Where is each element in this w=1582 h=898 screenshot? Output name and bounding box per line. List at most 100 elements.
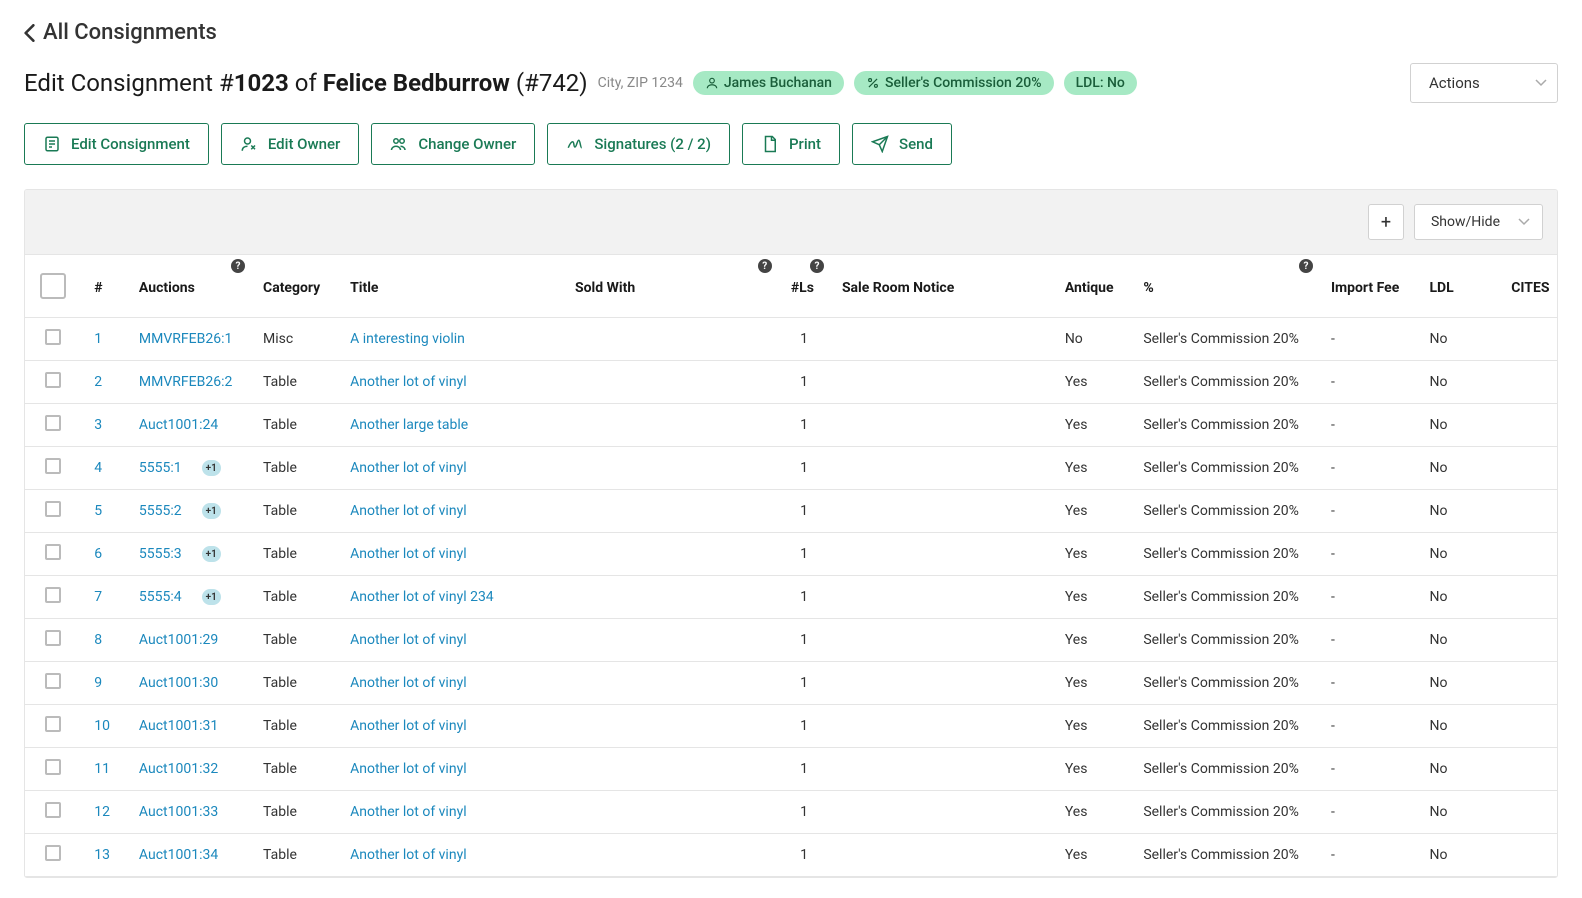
auction-link[interactable]: Auct1001:29 <box>139 632 218 648</box>
row-number-link[interactable]: 11 <box>80 748 125 791</box>
auction-link[interactable]: Auct1001:31 <box>139 718 218 734</box>
row-commission: Seller's Commission 20% <box>1129 791 1317 834</box>
row-checkbox[interactable] <box>45 544 61 560</box>
change-owner-button[interactable]: Change Owner <box>371 123 535 165</box>
row-title-link[interactable]: Another lot of vinyl <box>336 705 561 748</box>
row-number-link[interactable]: 12 <box>80 791 125 834</box>
auction-link[interactable]: Auct1001:30 <box>139 675 218 691</box>
col-header-soldwith[interactable]: Sold With ? <box>561 255 776 318</box>
row-checkbox[interactable] <box>45 501 61 517</box>
row-checkbox[interactable] <box>45 759 61 775</box>
row-title-link[interactable]: Another lot of vinyl <box>336 748 561 791</box>
help-icon[interactable]: ? <box>758 259 772 273</box>
col-header-pct[interactable]: % ? <box>1129 255 1317 318</box>
row-ls: 1 <box>776 748 828 791</box>
row-checkbox[interactable] <box>45 372 61 388</box>
auction-link[interactable]: Auct1001:34 <box>139 847 218 863</box>
table-row: 1MMVRFEB26:1MiscA interesting violin1NoS… <box>25 318 1558 361</box>
row-number-link[interactable]: 6 <box>80 533 125 576</box>
col-header-auctions[interactable]: Auctions ? <box>125 255 249 318</box>
badge-ldl[interactable]: LDL: No <box>1064 71 1137 95</box>
badge-agent[interactable]: James Buchanan <box>693 71 844 95</box>
row-number-link[interactable]: 13 <box>80 834 125 877</box>
row-title-link[interactable]: Another large table <box>336 404 561 447</box>
breadcrumb-all-consignments[interactable]: All Consignments <box>24 20 1558 45</box>
row-checkbox[interactable] <box>45 458 61 474</box>
row-number-link[interactable]: 4 <box>80 447 125 490</box>
row-commission: Seller's Commission 20% <box>1129 318 1317 361</box>
signatures-button[interactable]: Signatures (2 / 2) <box>547 123 730 165</box>
row-checkbox[interactable] <box>45 587 61 603</box>
row-number-link[interactable]: 1 <box>80 318 125 361</box>
row-number-link[interactable]: 5 <box>80 490 125 533</box>
auction-link[interactable]: MMVRFEB26:2 <box>139 374 232 390</box>
col-header-title[interactable]: Title <box>336 255 561 318</box>
auction-link[interactable]: 5555:2 <box>139 503 182 519</box>
col-header-category[interactable]: Category <box>249 255 336 318</box>
row-title-link[interactable]: A interesting violin <box>336 318 561 361</box>
row-sale-room-notice <box>828 490 1051 533</box>
auction-extra-badge[interactable]: +1 <box>202 503 221 519</box>
auction-link[interactable]: Auct1001:24 <box>139 417 218 433</box>
row-number-link[interactable]: 7 <box>80 576 125 619</box>
row-title-link[interactable]: Another lot of vinyl 234 <box>336 576 561 619</box>
row-checkbox[interactable] <box>45 329 61 345</box>
row-checkbox[interactable] <box>45 716 61 732</box>
row-title-link[interactable]: Another lot of vinyl <box>336 361 561 404</box>
add-row-button[interactable]: + <box>1368 204 1404 240</box>
row-title-link[interactable]: Another lot of vinyl <box>336 533 561 576</box>
col-header-num[interactable]: # <box>80 255 125 318</box>
row-cites <box>1497 662 1558 705</box>
row-checkbox[interactable] <box>45 673 61 689</box>
row-title-link[interactable]: Another lot of vinyl <box>336 490 561 533</box>
print-button[interactable]: Print <box>742 123 840 165</box>
row-number-link[interactable]: 10 <box>80 705 125 748</box>
help-icon[interactable]: ? <box>810 259 824 273</box>
row-category: Table <box>249 791 336 834</box>
auction-link[interactable]: 5555:1 <box>139 460 182 476</box>
col-header-srn[interactable]: Sale Room Notice <box>828 255 1051 318</box>
row-title-link[interactable]: Another lot of vinyl <box>336 791 561 834</box>
row-number-link[interactable]: 9 <box>80 662 125 705</box>
page-title: Edit Consignment #1023 of Felice Bedburr… <box>24 69 588 97</box>
row-title-link[interactable]: Another lot of vinyl <box>336 662 561 705</box>
auction-link[interactable]: Auct1001:32 <box>139 761 218 777</box>
row-title-link[interactable]: Another lot of vinyl <box>336 834 561 877</box>
row-number-link[interactable]: 2 <box>80 361 125 404</box>
row-sold-with <box>561 662 776 705</box>
row-number-link[interactable]: 8 <box>80 619 125 662</box>
select-all-checkbox[interactable] <box>40 273 66 299</box>
col-header-ls[interactable]: #Ls ? <box>776 255 828 318</box>
row-title-link[interactable]: Another lot of vinyl <box>336 447 561 490</box>
actions-dropdown[interactable]: Actions <box>1410 63 1558 103</box>
row-checkbox[interactable] <box>45 415 61 431</box>
row-checkbox[interactable] <box>45 630 61 646</box>
row-ls: 1 <box>776 662 828 705</box>
col-header-cites[interactable]: CITES <box>1497 255 1558 318</box>
table-row: 2MMVRFEB26:2TableAnother lot of vinyl1Ye… <box>25 361 1558 404</box>
col-header-import[interactable]: Import Fee <box>1317 255 1416 318</box>
breadcrumb-label: All Consignments <box>43 20 217 45</box>
col-header-antique[interactable]: Antique <box>1051 255 1130 318</box>
row-sale-room-notice <box>828 576 1051 619</box>
auction-link[interactable]: MMVRFEB26:1 <box>139 331 232 347</box>
show-hide-columns-button[interactable]: Show/Hide <box>1414 204 1543 240</box>
row-number-link[interactable]: 3 <box>80 404 125 447</box>
auction-extra-badge[interactable]: +1 <box>202 460 221 476</box>
edit-consignment-button[interactable]: Edit Consignment <box>24 123 209 165</box>
row-checkbox[interactable] <box>45 802 61 818</box>
auction-link[interactable]: Auct1001:33 <box>139 804 218 820</box>
print-label: Print <box>789 135 821 153</box>
send-button[interactable]: Send <box>852 123 952 165</box>
row-title-link[interactable]: Another lot of vinyl <box>336 619 561 662</box>
help-icon[interactable]: ? <box>231 259 245 273</box>
col-header-ldl[interactable]: LDL <box>1415 255 1497 318</box>
row-checkbox[interactable] <box>45 845 61 861</box>
auction-extra-badge[interactable]: +1 <box>202 589 221 605</box>
auction-extra-badge[interactable]: +1 <box>202 546 221 562</box>
auction-link[interactable]: 5555:4 <box>139 589 182 605</box>
badge-commission[interactable]: Seller's Commission 20% <box>854 71 1054 95</box>
edit-owner-button[interactable]: Edit Owner <box>221 123 360 165</box>
auction-link[interactable]: 5555:3 <box>139 546 182 562</box>
help-icon[interactable]: ? <box>1299 259 1313 273</box>
